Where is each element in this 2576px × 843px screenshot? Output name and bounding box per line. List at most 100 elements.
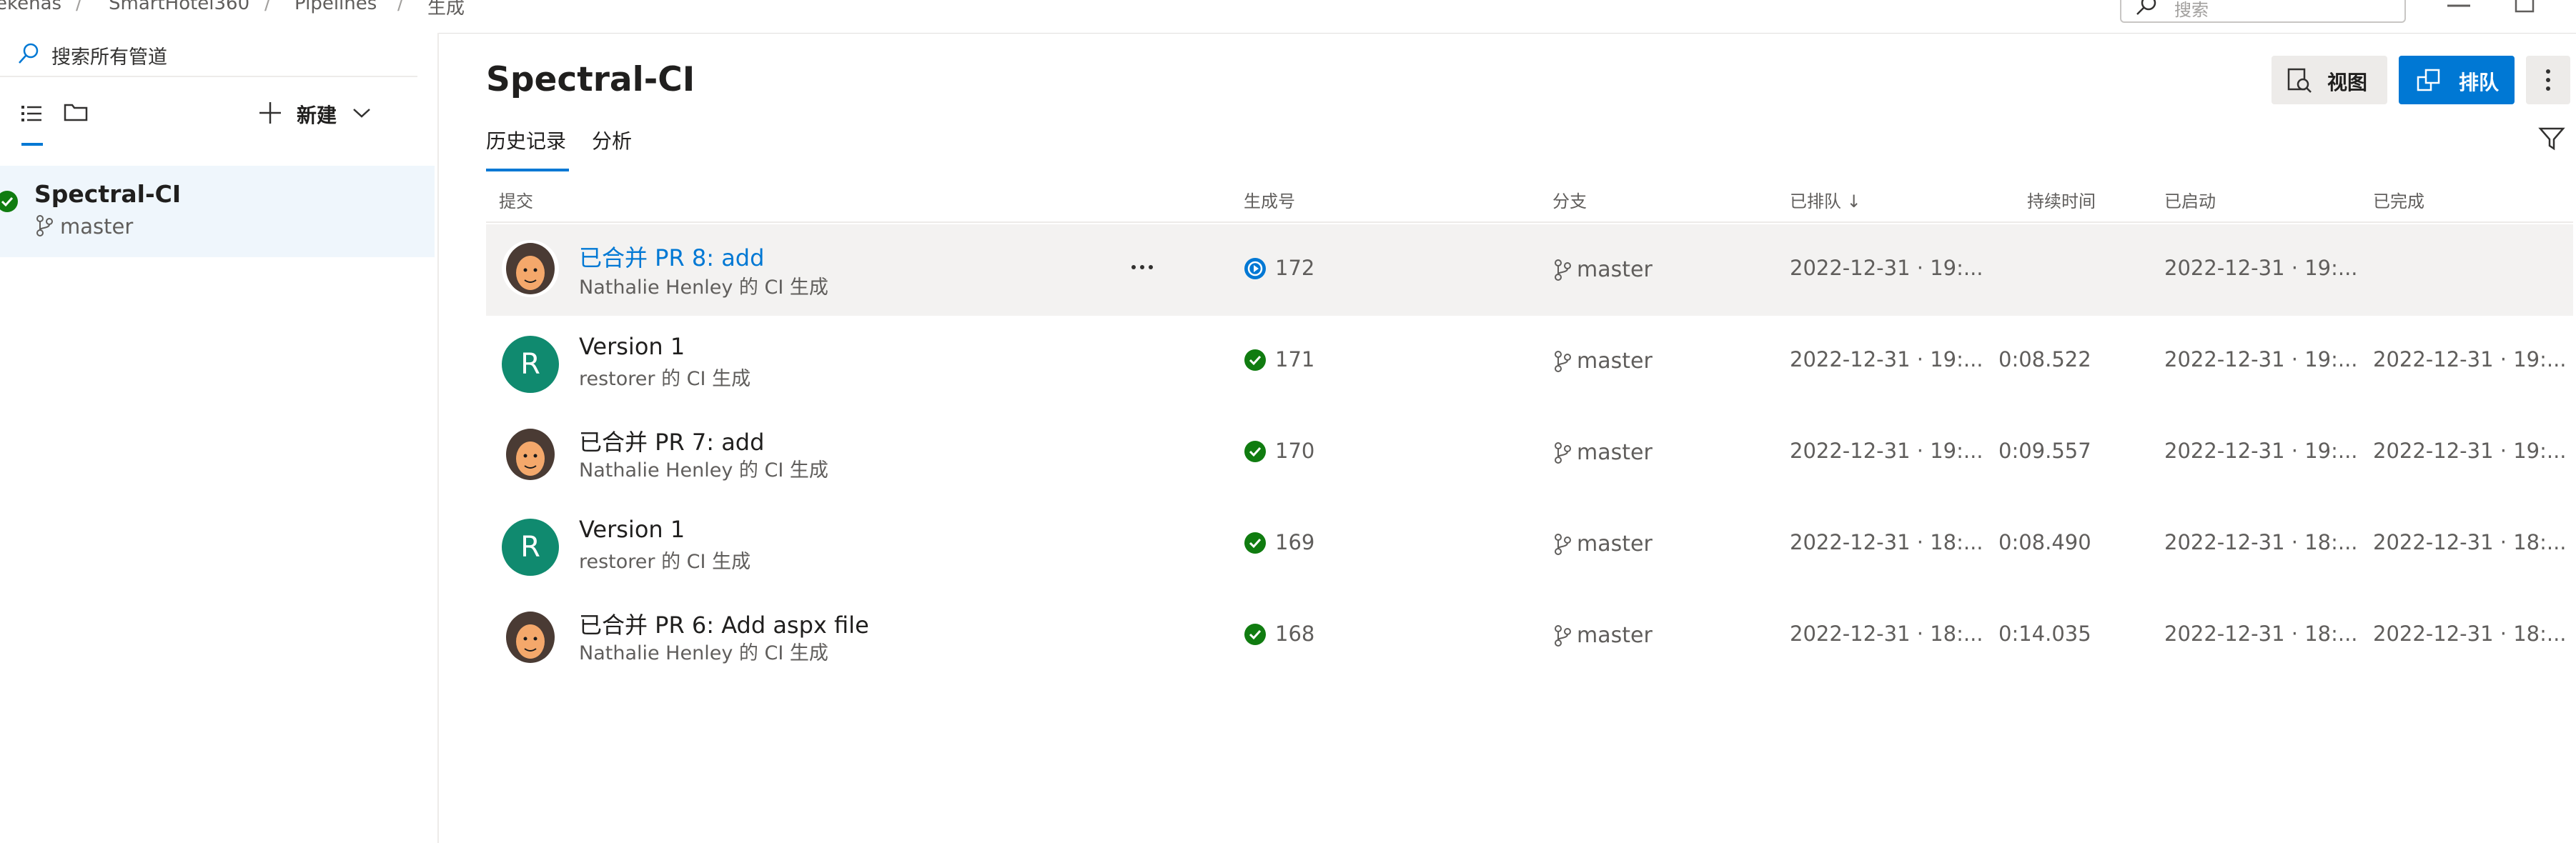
queued-time: 2022-12-31 · 18:... <box>1790 622 1983 646</box>
queue-button[interactable]: 排队 <box>2399 56 2515 104</box>
commit-subtitle: Nathalie Henley 的 CI 生成 <box>579 459 828 482</box>
folder-icon[interactable] <box>63 101 89 123</box>
view-button-label: 视图 <box>2327 71 2368 94</box>
commit-subtitle: Nathalie Henley 的 CI 生成 <box>579 642 828 664</box>
branch-name: master <box>1577 257 1653 282</box>
branch-icon <box>1555 351 1571 372</box>
breadcrumb-project[interactable]: SmartHotel360 <box>109 0 249 14</box>
queue-button-label: 排队 <box>2459 71 2500 94</box>
duration: 0:08.522 <box>1998 347 2091 371</box>
column-branch: 分支 <box>1552 191 1587 211</box>
plus-icon[interactable] <box>257 100 283 126</box>
pipelines-sidebar <box>0 33 439 843</box>
success-status-icon <box>1244 532 1266 554</box>
branch-name: master <box>1577 623 1653 648</box>
pipeline-name[interactable]: Spectral-CI <box>34 180 181 208</box>
started-time: 2022-12-31 · 18:... <box>2164 530 2358 554</box>
chevron-down-icon[interactable] <box>352 106 372 120</box>
top-search-input[interactable]: 搜索 <box>2120 0 2406 23</box>
running-status-icon <box>1244 258 1266 279</box>
list-view-tab-indicator <box>21 143 43 146</box>
commit-title[interactable]: Version 1 <box>579 516 685 543</box>
breadcrumb-separator: / <box>264 0 271 14</box>
pipeline-search-input[interactable]: 搜索所有管道 <box>51 41 167 69</box>
pipeline-branch: master <box>60 214 134 239</box>
tab-history[interactable]: 历史记录 <box>486 126 566 154</box>
column-duration: 持续时间 <box>2027 191 2096 211</box>
avatar: R <box>502 519 559 576</box>
started-time: 2022-12-31 · 19:... <box>2164 256 2358 280</box>
duration: 0:09.557 <box>1998 439 2091 463</box>
column-commit: 提交 <box>499 191 533 211</box>
build-number[interactable]: 168 <box>1275 622 1314 646</box>
avatar <box>502 426 559 483</box>
breadcrumb-org[interactable]: ekenas <box>0 0 61 14</box>
new-pipeline-button[interactable]: 新建 <box>297 100 337 129</box>
avatar <box>502 609 559 666</box>
branch-icon <box>1555 442 1571 464</box>
tab-selected-indicator <box>486 169 569 171</box>
commit-title[interactable]: 已合并 PR 7: add <box>579 424 764 457</box>
started-time: 2022-12-31 · 19:... <box>2164 347 2358 371</box>
page-title: Spectral-CI <box>486 60 695 99</box>
breadcrumb-separator: / <box>76 0 82 14</box>
branch-name: master <box>1577 349 1653 374</box>
branch-name: master <box>1577 440 1653 465</box>
column-finished: 已完成 <box>2373 191 2424 211</box>
started-time: 2022-12-31 · 19:... <box>2164 439 2358 463</box>
top-search-placeholder: 搜索 <box>2174 0 2209 20</box>
search-icon <box>19 43 39 64</box>
breadcrumb-builds[interactable]: 生成 <box>427 0 465 19</box>
commit-subtitle: Nathalie Henley 的 CI 生成 <box>579 276 828 299</box>
view-button[interactable]: 视图 <box>2272 56 2387 104</box>
build-number[interactable]: 172 <box>1275 256 1314 280</box>
view-icon <box>2287 68 2312 93</box>
queue-icon <box>2417 69 2440 91</box>
queued-time: 2022-12-31 · 18:... <box>1790 530 1983 554</box>
list-view-icon[interactable] <box>20 103 44 124</box>
success-status-icon <box>1244 349 1266 371</box>
filter-icon[interactable] <box>2537 124 2566 153</box>
branch-icon <box>1555 625 1571 647</box>
more-vertical-icon <box>2546 69 2550 91</box>
commit-title[interactable]: 已合并 PR 8: add <box>579 240 764 273</box>
branch-name: master <box>1577 532 1653 557</box>
more-horizontal-icon[interactable] <box>1129 259 1155 276</box>
search-divider <box>0 76 417 77</box>
finished-time: 2022-12-31 · 19:... <box>2373 439 2567 463</box>
finished-time: 2022-12-31 · 18:... <box>2373 530 2567 554</box>
branch-icon <box>1555 534 1571 555</box>
queued-time: 2022-12-31 · 19:... <box>1790 347 1983 371</box>
finished-time: 2022-12-31 · 19:... <box>2373 347 2567 371</box>
queued-time: 2022-12-31 · 19:... <box>1790 439 1983 463</box>
search-icon <box>2136 0 2156 15</box>
commit-title[interactable]: Version 1 <box>579 333 685 360</box>
build-number[interactable]: 170 <box>1275 439 1314 463</box>
more-actions-button[interactable] <box>2526 56 2570 104</box>
commit-subtitle: restorer 的 CI 生成 <box>579 368 751 390</box>
breadcrumb-pipelines[interactable]: Pipelines <box>294 0 377 14</box>
column-started: 已启动 <box>2164 191 2216 211</box>
column-queued[interactable]: 已排队 ↓ <box>1790 187 1861 212</box>
column-build-number: 生成号 <box>1244 191 1295 211</box>
duration: 0:08.490 <box>1998 530 2091 554</box>
branch-icon <box>36 215 53 236</box>
avatar <box>502 240 559 297</box>
bag-icon[interactable] <box>2512 0 2537 16</box>
build-number[interactable]: 171 <box>1275 347 1314 371</box>
tab-analytics[interactable]: 分析 <box>592 126 632 154</box>
success-status-icon <box>0 191 18 212</box>
duration: 0:14.035 <box>1998 622 2091 646</box>
avatar: R <box>502 336 559 393</box>
commit-subtitle: restorer 的 CI 生成 <box>579 551 751 573</box>
list-icon[interactable] <box>2444 0 2473 17</box>
success-status-icon <box>1244 624 1266 645</box>
build-number[interactable]: 169 <box>1275 530 1314 554</box>
started-time: 2022-12-31 · 18:... <box>2164 622 2358 646</box>
queued-time: 2022-12-31 · 19:... <box>1790 256 1983 280</box>
breadcrumb-separator: / <box>397 0 404 14</box>
success-status-icon <box>1244 441 1266 462</box>
branch-icon <box>1555 259 1571 281</box>
finished-time: 2022-12-31 · 18:... <box>2373 622 2567 646</box>
commit-title[interactable]: 已合并 PR 6: Add aspx file <box>579 607 869 640</box>
